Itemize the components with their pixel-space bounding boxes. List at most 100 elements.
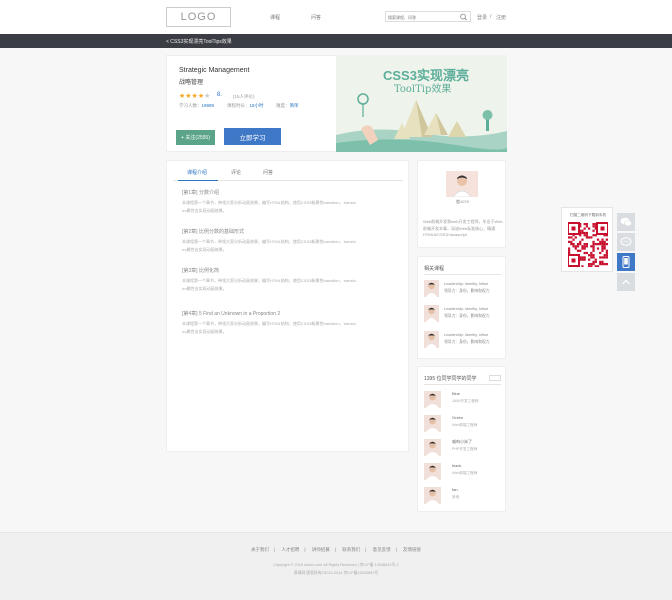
chapter-desc-line: rm属性去实现动画效果。 — [182, 329, 227, 334]
icp-line: 慕课网 版权所有©2012-2014 京ICP备12003892号 — [293, 571, 379, 575]
avatar — [424, 391, 441, 408]
footer-link[interactable]: 关于我们 — [251, 547, 269, 552]
duration-value: 18小时 — [249, 103, 264, 108]
related-course-item[interactable]: Leadership: Identity, Influe 领导力：身份，影响和权… — [424, 331, 504, 349]
classmate-name: 喵呜小米了 — [452, 439, 472, 444]
chapter-title: [第1章] 分数介绍 — [182, 190, 219, 196]
search-box — [385, 11, 471, 22]
register-link[interactable]: 注册 — [496, 14, 506, 21]
students-label: 学习人数： — [179, 103, 202, 108]
avatar — [424, 487, 441, 504]
wechat-icon[interactable] — [617, 213, 635, 231]
avatar — [424, 463, 441, 480]
classmate-item[interactable]: black Web前端工程师 — [424, 461, 504, 481]
related-course-item[interactable]: Leadership: Identity, Influe 领导力：身份，影响和权… — [424, 305, 504, 323]
footer-link[interactable]: 联系我们 — [342, 547, 360, 552]
active-tab-indicator — [178, 180, 218, 181]
classmates-heading: 1395 位同学同学的同学 — [424, 376, 477, 382]
avatar — [424, 415, 441, 432]
footer-link[interactable]: 意见反馈 — [373, 547, 391, 552]
back-to-top-icon[interactable] — [617, 273, 635, 291]
course-tabs: 课程介绍 评论 问答 — [173, 161, 403, 181]
course-content-panel: 课程介绍 评论 问答 [第1章] 分数介绍 本课程第一个章节，带领大家分析动画效… — [166, 160, 409, 452]
students-meta: 学习人数：19989 — [179, 103, 214, 109]
related-course-title-en: Leadership: Identity, Influe — [444, 333, 489, 337]
search-icon[interactable] — [459, 13, 468, 21]
footer-link[interactable]: 讲师招募 — [312, 547, 330, 552]
footer-links: 关于我们 | 人才招聘 | 讲师招募 | 联系我们 | 意见反馈 | 友情链接 — [250, 547, 422, 552]
related-course-item[interactable]: Leadership: Identity, Influe 领导力：身份，影响和权… — [424, 280, 504, 298]
chapter-desc-line: rm属性去实现动画效果。 — [182, 286, 227, 291]
classmate-item[interactable]: Green Web前端工程师 — [424, 413, 504, 433]
classmate-name: Green — [452, 415, 464, 420]
classmate-item[interactable]: 喵呜小米了 PHP开发工程师 — [424, 437, 504, 457]
stars-filled: ★★★★ — [179, 93, 205, 100]
course-title-en: Strategic Management — [179, 67, 250, 74]
more-icon[interactable] — [489, 375, 501, 381]
classmate-item[interactable]: Blue JAVA开发工程师 — [424, 389, 504, 409]
related-course-title-en: Leadership: Identity, Influe — [444, 307, 489, 311]
chapter-item[interactable]: [第3章] 比例化简 本课程第一个章节，带领大家分析动画效果，编写HTML结构，… — [182, 267, 372, 293]
footer-link[interactable]: 友情链接 — [403, 547, 421, 552]
breadcrumb[interactable]: < CSS3实现漂亮ToolTips效果 — [166, 38, 232, 45]
logo[interactable]: LOGO — [166, 7, 231, 27]
difficulty-label: 难度： — [276, 103, 290, 108]
classmate-role: Web前端工程师 — [452, 423, 478, 427]
stars-empty: ★ — [204, 93, 211, 100]
classmate-role: JAVA开发工程师 — [452, 399, 479, 403]
classmates-card: 1395 位同学同学的同学 Blue JAVA开发工程师 Green Web前端… — [417, 366, 506, 512]
chapter-desc: 本课程第一个章节，带领大家分析动画效果，编写HTML结构，使用CSS3新属性tr… — [182, 238, 372, 254]
chat-icon[interactable] — [617, 233, 635, 251]
related-courses-card: 相关课程 Leadership: Identity, Influe 领导力：身份… — [417, 256, 506, 359]
classmate-item[interactable]: fan 其他 — [424, 485, 504, 505]
classmate-name: fan — [452, 487, 458, 492]
start-learning-button[interactable]: 立即学习 — [224, 128, 281, 145]
auth-separator: / — [490, 14, 492, 20]
chapter-item[interactable]: [第2章] 比例分数的基础形式 本课程第一个章节，带领大家分析动画效果，编写HT… — [182, 228, 372, 254]
related-course-title-en: Leadership: Identity, Influe — [444, 282, 489, 286]
course-info-card: Strategic Management 战略管理 ★★★★★ 8. (15人评… — [166, 55, 507, 152]
rating-count: (15人评价) — [233, 94, 255, 99]
search-input[interactable] — [388, 13, 458, 21]
course-banner: CSS3实现漂亮 ToolTip效果 — [336, 55, 507, 152]
tab-intro[interactable]: 课程介绍 — [187, 169, 207, 176]
nav-courses[interactable]: 课程 — [270, 14, 280, 21]
chapter-item[interactable]: [第1章] 分数介绍 本课程第一个章节，带领大家分析动画效果，编写HTML结构，… — [182, 189, 372, 215]
chapter-title: [第3章] 比例化简 — [182, 268, 219, 274]
login-link[interactable]: 登录 — [477, 14, 487, 21]
tab-qa[interactable]: 问答 — [263, 169, 273, 176]
difficulty-meta: 难度：简单 — [276, 103, 299, 109]
mobile-icon[interactable] — [617, 253, 635, 271]
students-count: 19989 — [201, 103, 215, 108]
footer: 关于我们 | 人才招聘 | 讲师招募 | 联系我们 | 意见反馈 | 友情链接 Copyr… — [0, 532, 672, 600]
chapter-title: [第4章] 5 Find an Unknown in a Proportion … — [182, 311, 281, 317]
follow-button[interactable]: + 关注(2555) — [176, 130, 215, 145]
footer-link[interactable]: 人才招聘 — [281, 547, 299, 552]
copyright-line: Copyright © 2015 imooc.com All Rights Re… — [273, 563, 399, 567]
course-title-zh: 战略管理 — [179, 80, 204, 86]
qr-popup: 扫描二维码下载到手机 — [561, 207, 613, 272]
course-thumbnail — [424, 331, 439, 348]
chapter-desc-line: 本课程第一个章节，带领大家分析动画效果，编写HTML结构，使用CSS3新属性tr… — [182, 278, 356, 283]
nav-qa[interactable]: 问答 — [311, 14, 321, 21]
related-course-title-zh: 领导力：身份，影响和权力 — [444, 340, 490, 344]
teacher-avatar[interactable] — [446, 171, 478, 198]
chapter-item[interactable]: [第4章] 5 Find an Unknown in a Proportion … — [182, 310, 372, 336]
chapter-desc-line: 本课程第一个章节，带领大家分析动画效果，编写HTML结构，使用CSS3新属性tr… — [182, 239, 356, 244]
tab-comments[interactable]: 评论 — [231, 169, 241, 176]
qr-caption: 扫描二维码下载到手机 — [570, 213, 606, 217]
classmate-role: PHP开发工程师 — [452, 447, 478, 451]
chapter-title: [第2章] 比例分数的基础形式 — [182, 229, 244, 235]
related-heading: 相关课程 — [424, 266, 445, 272]
rating-score: 8. — [217, 92, 223, 98]
teacher-card: 傲1070 Web前端开发和web开发工程师，毕业于Web前端开发本事，深谙We… — [417, 160, 506, 248]
chapter-desc: 本课程第一个章节，带领大家分析动画效果，编写HTML结构，使用CSS3新属性tr… — [182, 320, 372, 336]
header: LOGO 课程 问答 登录 / 注册 — [0, 0, 672, 34]
chapter-desc: 本课程第一个章节，带领大家分析动画效果，编写HTML结构，使用CSS3新属性tr… — [182, 199, 372, 215]
teacher-name[interactable]: 傲1070 — [418, 199, 507, 205]
qr-code — [567, 222, 609, 268]
related-course-title-zh: 领导力：身份，影响和权力 — [444, 289, 490, 293]
teacher-bio: Web前端开发和web开发工程师，毕业于Web前端开发本事，深谙Web标准核心，… — [423, 219, 503, 237]
divider — [424, 274, 501, 275]
classmate-name: Blue — [452, 391, 461, 396]
